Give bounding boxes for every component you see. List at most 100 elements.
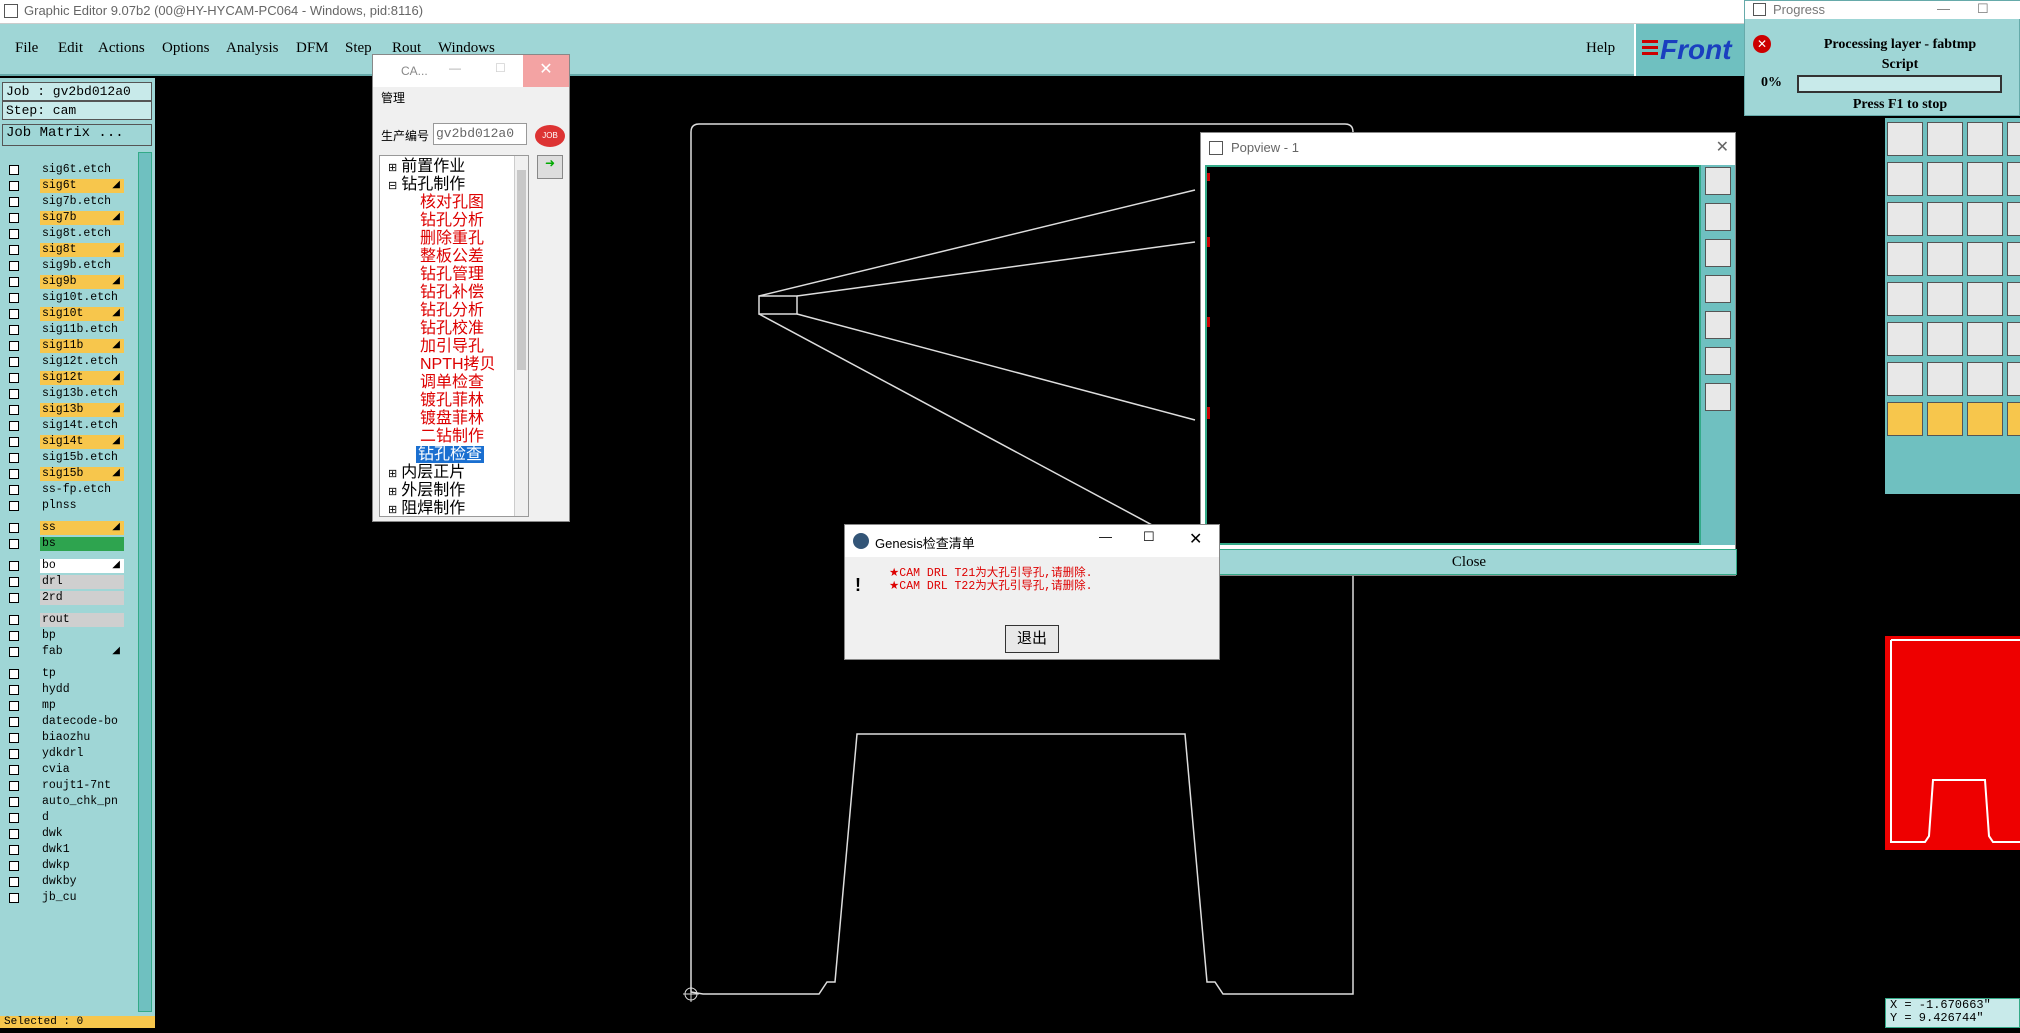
- tree-node[interactable]: 镀盘菲林: [420, 410, 528, 428]
- layer-row[interactable]: biaozhu: [0, 730, 150, 746]
- layer-checkbox[interactable]: [9, 293, 19, 303]
- tree-group-label[interactable]: 内层正片: [401, 464, 465, 481]
- minimize-icon[interactable]: —: [449, 61, 461, 75]
- layer-checkbox[interactable]: [9, 861, 19, 871]
- zoom-out-icon[interactable]: [1705, 239, 1731, 267]
- triangle3-icon[interactable]: [1967, 362, 2003, 396]
- tree-node[interactable]: 镀孔菲林: [420, 392, 528, 410]
- tree-item-label[interactable]: 钻孔检查: [416, 446, 485, 463]
- layer-name[interactable]: ydkdrl: [40, 747, 124, 761]
- layer-name[interactable]: sig12t ◢: [40, 371, 124, 385]
- layer-row[interactable]: sig7b.etch: [0, 194, 150, 210]
- layer-checkbox[interactable]: [9, 765, 19, 775]
- tree-node[interactable]: 钻孔校准: [420, 320, 528, 338]
- pan-right-icon[interactable]: [1705, 311, 1731, 339]
- menu-analysis[interactable]: Analysis: [226, 40, 279, 57]
- layer-checkbox[interactable]: [9, 357, 19, 367]
- tree-node[interactable]: ⊞ 外层制作: [388, 482, 520, 501]
- layer-checkbox[interactable]: [9, 561, 19, 571]
- pan-left-icon[interactable]: [1705, 275, 1731, 303]
- layer-row[interactable]: sig9b ◢: [0, 274, 150, 290]
- job-action-icon[interactable]: JOB: [535, 125, 565, 147]
- layer-name[interactable]: ss-fp.etch: [40, 483, 124, 497]
- layer-name[interactable]: sig9b ◢: [40, 275, 124, 289]
- layer-checkbox[interactable]: [9, 877, 19, 887]
- layer-checkbox[interactable]: [9, 341, 19, 351]
- layer-checkbox[interactable]: [9, 405, 19, 415]
- job-matrix-button[interactable]: Job Matrix ...: [2, 124, 152, 146]
- tree-item-label[interactable]: 镀盘菲林: [420, 410, 484, 427]
- tree-item-label[interactable]: 加引导孔: [420, 338, 484, 355]
- expander-icon[interactable]: ⊞: [388, 504, 397, 516]
- layer-name[interactable]: sig15b.etch: [40, 451, 124, 465]
- layer-checkbox[interactable]: [9, 325, 19, 335]
- stop-icon[interactable]: ✕: [1753, 35, 1771, 53]
- zoom-in-icon[interactable]: [1705, 203, 1731, 231]
- tree-node[interactable]: ⊞ 内层正片: [388, 464, 520, 483]
- tree-node[interactable]: ⊟ 钻孔制作: [388, 176, 520, 195]
- menu-edit[interactable]: Edit: [58, 40, 83, 57]
- layer-name[interactable]: sig6t ◢: [40, 179, 124, 193]
- layer-icon[interactable]: [1887, 202, 1923, 236]
- tree-item-label[interactable]: 二钻制作: [420, 428, 484, 445]
- layer-row[interactable]: ss-fp.etch: [0, 482, 150, 498]
- layer-checkbox[interactable]: [9, 845, 19, 855]
- layer-checkbox[interactable]: [9, 245, 19, 255]
- layer-checkbox[interactable]: [9, 261, 19, 271]
- dash-icon[interactable]: [1927, 322, 1963, 356]
- tree-node[interactable]: 钻孔分析: [420, 302, 528, 320]
- line-icon[interactable]: [1887, 282, 1923, 316]
- exit-button[interactable]: 退出: [1005, 625, 1059, 653]
- layer-name[interactable]: jb_cu: [40, 891, 124, 905]
- layer-checkbox[interactable]: [9, 593, 19, 603]
- layer-checkbox[interactable]: [9, 669, 19, 679]
- popview-canvas[interactable]: [1205, 165, 1701, 545]
- layer-name[interactable]: dwkby: [40, 875, 124, 889]
- expander-icon[interactable]: ⊞: [388, 486, 397, 498]
- layer-checkbox[interactable]: [9, 781, 19, 791]
- layer-row[interactable]: sig12t.etch: [0, 354, 150, 370]
- maximize-icon[interactable]: ☐: [1143, 529, 1155, 545]
- filter-icon[interactable]: [2007, 242, 2020, 276]
- select4-icon[interactable]: [2007, 402, 2020, 436]
- layer-checkbox[interactable]: [9, 797, 19, 807]
- layer-name[interactable]: dwk: [40, 827, 124, 841]
- layer-row[interactable]: jb_cu: [0, 890, 150, 906]
- layer-checkbox[interactable]: [9, 389, 19, 399]
- layer-row[interactable]: bp: [0, 628, 150, 644]
- layer-row[interactable]: dwk1: [0, 842, 150, 858]
- snap-icon[interactable]: [2007, 162, 2020, 196]
- layer-checkbox[interactable]: [9, 501, 19, 511]
- layer-row[interactable]: sig10t.etch: [0, 290, 150, 306]
- layer-checkbox[interactable]: [9, 453, 19, 463]
- tree-node[interactable]: 整板公差: [420, 248, 528, 266]
- layer-row[interactable]: datecode-bo: [0, 714, 150, 730]
- layer-row[interactable]: d: [0, 810, 150, 826]
- expander-icon[interactable]: ⊞: [388, 468, 397, 480]
- layer-checkbox[interactable]: [9, 733, 19, 743]
- menu-help[interactable]: Help: [1586, 40, 1615, 57]
- layer-row[interactable]: cvia: [0, 762, 150, 778]
- triangle-icon[interactable]: [1887, 362, 1923, 396]
- layer-checkbox[interactable]: [9, 181, 19, 191]
- node-icon[interactable]: [1887, 322, 1923, 356]
- layer-row[interactable]: bo ◢: [0, 558, 150, 574]
- layer-row[interactable]: sig14t.etch: [0, 418, 150, 434]
- layer-row[interactable]: rout: [0, 612, 150, 628]
- layer-row[interactable]: sig12t ◢: [0, 370, 150, 386]
- layer-name[interactable]: sig10t.etch: [40, 291, 124, 305]
- layer-name[interactable]: sig7b.etch: [40, 195, 124, 209]
- layer-name[interactable]: bs: [40, 537, 124, 551]
- zoom-fit-icon[interactable]: [1705, 167, 1731, 195]
- rotate-icon[interactable]: [1967, 122, 2003, 156]
- layer-name[interactable]: datecode-bo: [40, 715, 124, 729]
- layer-name[interactable]: auto_chk_pn: [40, 795, 124, 809]
- layer-checkbox[interactable]: [9, 631, 19, 641]
- layer-checkbox[interactable]: [9, 469, 19, 479]
- minimize-icon[interactable]: —: [1937, 1, 1950, 16]
- tree-item-label[interactable]: 钻孔管理: [420, 266, 484, 283]
- layer-checkbox[interactable]: [9, 701, 19, 711]
- layer-name[interactable]: sig12t.etch: [40, 355, 124, 369]
- layer-checkbox[interactable]: [9, 485, 19, 495]
- tree-group-label[interactable]: 阻焊制作: [401, 500, 465, 516]
